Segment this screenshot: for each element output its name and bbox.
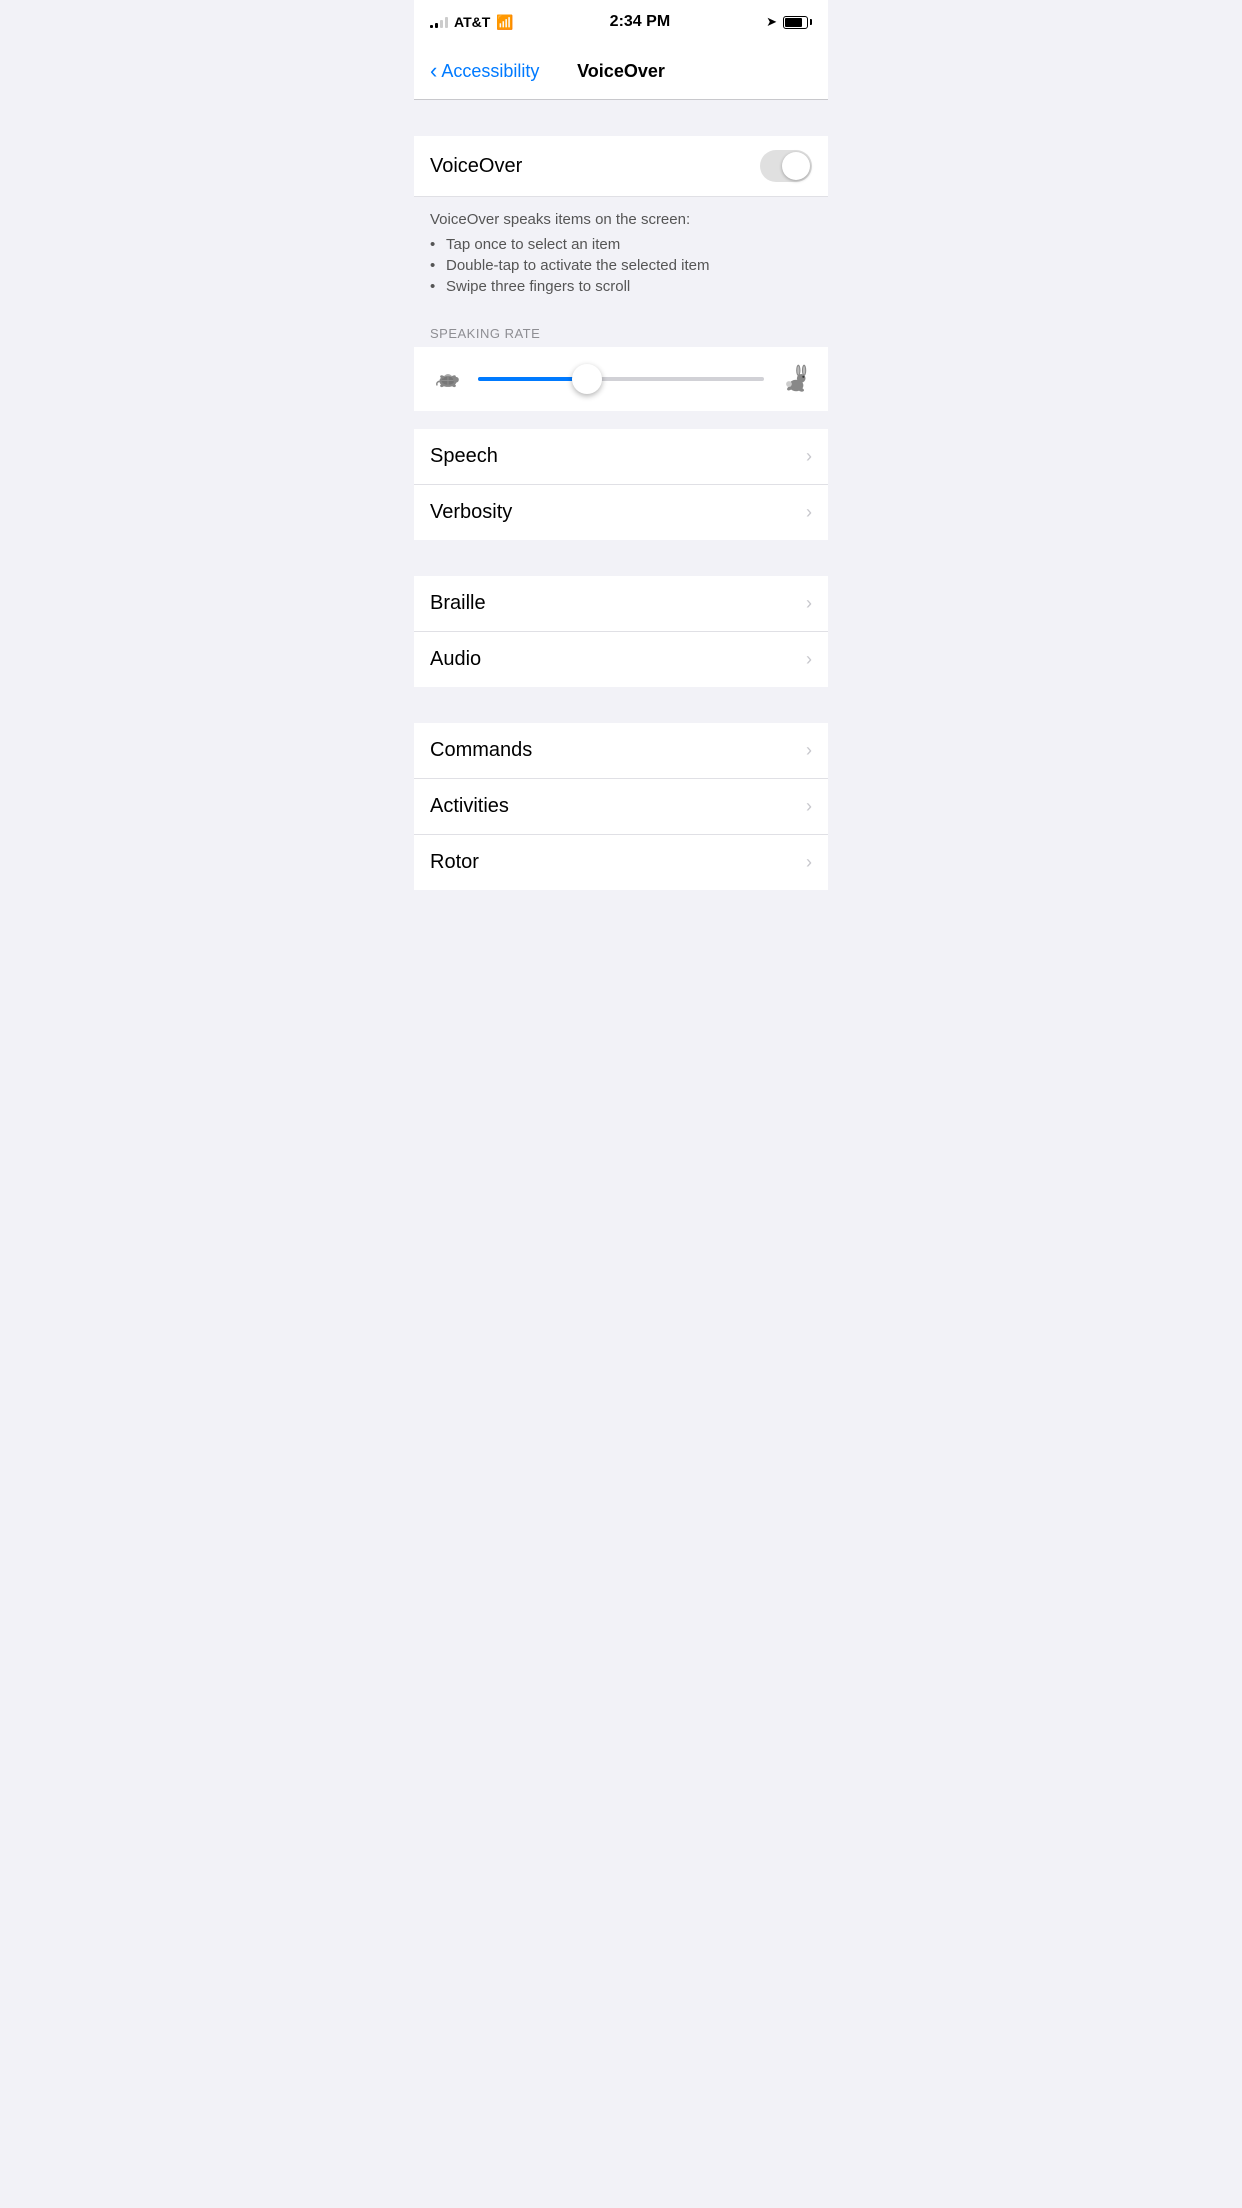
navigation-bar: ‹ Accessibility VoiceOver bbox=[414, 44, 828, 100]
audio-label: Audio bbox=[430, 648, 481, 671]
speech-chevron-icon: › bbox=[806, 446, 812, 467]
braille-audio-section: Braille › Audio › bbox=[414, 576, 828, 687]
location-icon: ➤ bbox=[766, 14, 777, 30]
status-right: ➤ bbox=[766, 14, 812, 30]
speaking-rate-slider[interactable] bbox=[478, 362, 764, 396]
status-bar: AT&T 📶 2:34 PM ➤ bbox=[414, 0, 828, 44]
activities-chevron-icon: › bbox=[806, 796, 812, 817]
signal-icon bbox=[430, 16, 448, 28]
voiceover-section: VoiceOver bbox=[414, 136, 828, 197]
description-title: VoiceOver speaks items on the screen: bbox=[430, 211, 812, 228]
commands-row[interactable]: Commands › bbox=[414, 723, 828, 779]
audio-row[interactable]: Audio › bbox=[414, 632, 828, 687]
commands-label: Commands bbox=[430, 739, 532, 762]
back-button[interactable]: ‹ Accessibility bbox=[430, 61, 539, 82]
speaking-rate-label: SPEAKING RATE bbox=[430, 326, 540, 341]
commands-activities-rotor-section: Commands › Activities › Rotor › bbox=[414, 723, 828, 890]
voiceover-description: VoiceOver speaks items on the screen: Ta… bbox=[414, 197, 828, 317]
braille-label: Braille bbox=[430, 592, 486, 615]
voiceover-label: VoiceOver bbox=[430, 155, 522, 178]
verbosity-label: Verbosity bbox=[430, 501, 512, 524]
section-gap-top bbox=[414, 100, 828, 136]
status-left: AT&T 📶 bbox=[430, 14, 514, 31]
battery-icon bbox=[783, 16, 812, 29]
speech-row[interactable]: Speech › bbox=[414, 429, 828, 485]
slider-fill bbox=[478, 377, 587, 381]
description-list: Tap once to select an item Double-tap to… bbox=[430, 234, 812, 297]
section-gap-3 bbox=[414, 687, 828, 723]
toggle-knob bbox=[782, 152, 810, 180]
slider-track bbox=[478, 377, 764, 381]
turtle-icon bbox=[430, 361, 466, 397]
status-time: 2:34 PM bbox=[610, 13, 670, 31]
verbosity-row[interactable]: Verbosity › bbox=[414, 485, 828, 540]
rotor-chevron-icon: › bbox=[806, 852, 812, 873]
rotor-label: Rotor bbox=[430, 851, 479, 874]
speaking-rate-header: SPEAKING RATE bbox=[414, 317, 828, 347]
description-item-3: Swipe three fingers to scroll bbox=[430, 276, 812, 297]
back-chevron-icon: ‹ bbox=[430, 60, 437, 82]
audio-chevron-icon: › bbox=[806, 649, 812, 670]
carrier-label: AT&T bbox=[454, 14, 490, 30]
speech-label: Speech bbox=[430, 445, 498, 468]
back-label: Accessibility bbox=[441, 61, 539, 82]
rotor-row[interactable]: Rotor › bbox=[414, 835, 828, 890]
section-gap-1 bbox=[414, 411, 828, 429]
speech-verbosity-section: Speech › Verbosity › bbox=[414, 429, 828, 540]
voiceover-toggle-row: VoiceOver bbox=[414, 136, 828, 197]
braille-chevron-icon: › bbox=[806, 593, 812, 614]
activities-label: Activities bbox=[430, 795, 509, 818]
description-item-2: Double-tap to activate the selected item bbox=[430, 255, 812, 276]
activities-row[interactable]: Activities › bbox=[414, 779, 828, 835]
speaking-rate-slider-row bbox=[414, 347, 828, 411]
commands-chevron-icon: › bbox=[806, 740, 812, 761]
description-item-1: Tap once to select an item bbox=[430, 234, 812, 255]
braille-row[interactable]: Braille › bbox=[414, 576, 828, 632]
page-title: VoiceOver bbox=[577, 61, 665, 82]
section-gap-2 bbox=[414, 540, 828, 576]
rabbit-icon bbox=[776, 361, 812, 397]
slider-thumb[interactable] bbox=[572, 364, 602, 394]
voiceover-toggle[interactable] bbox=[760, 150, 812, 182]
verbosity-chevron-icon: › bbox=[806, 502, 812, 523]
wifi-icon: 📶 bbox=[496, 14, 513, 31]
bottom-spacer bbox=[414, 890, 828, 930]
